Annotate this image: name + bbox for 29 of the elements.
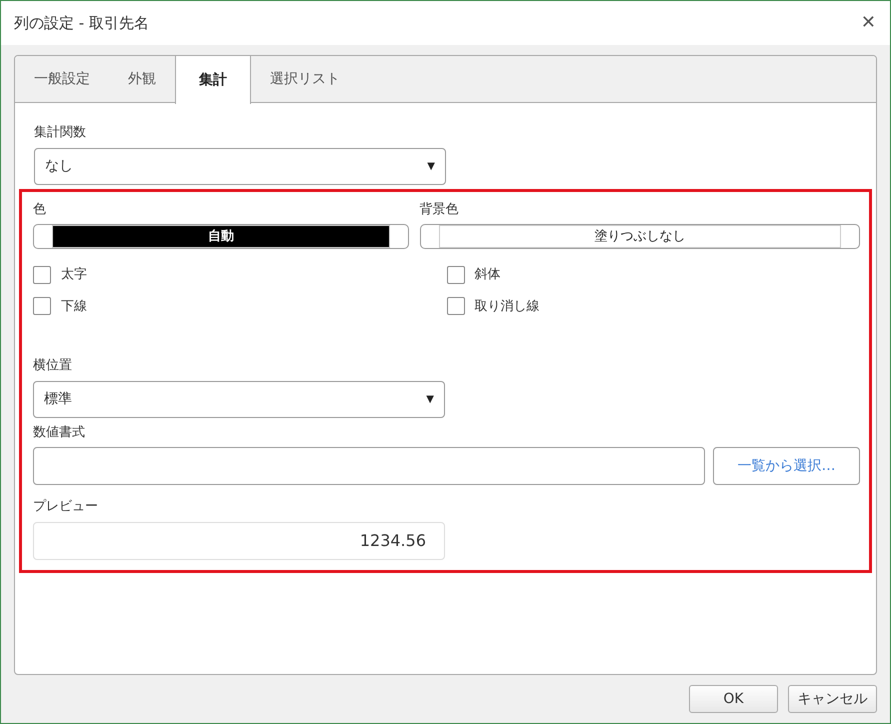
checkbox-label: 取り消し線 (474, 298, 540, 316)
ok-button[interactable]: OK (689, 685, 778, 713)
field-label: プレビュー (33, 498, 99, 516)
alignment-select[interactable]: 標準 ▼ (33, 380, 445, 418)
select-from-list-button[interactable]: 一覧から選択… (713, 447, 860, 485)
cancel-button[interactable]: キャンセル (788, 685, 877, 713)
close-button[interactable]: ✕ (860, 14, 876, 32)
number-format-field[interactable] (33, 447, 705, 485)
preview-field: 1234.56 (33, 522, 445, 560)
field-label: 背景色 (420, 200, 460, 218)
window-title: 列の設定 - 取引先名 (14, 12, 149, 34)
field-label: 数値書式 (33, 424, 86, 442)
tab[interactable]: 外観 (109, 56, 175, 103)
checkbox-label: 斜体 (474, 266, 500, 284)
aggregate-select[interactable]: なし ▼ (34, 148, 446, 184)
tab[interactable]: 選択リスト (251, 56, 359, 103)
field-label: 集計関数 (34, 124, 87, 142)
checkbox-label: 太字 (61, 266, 87, 284)
checkbox[interactable] (33, 297, 51, 316)
tab[interactable]: 一般設定 (15, 56, 109, 103)
checkbox[interactable] (446, 297, 464, 316)
field-label: 横位置 (33, 357, 73, 375)
checkbox-label: 下線 (61, 298, 87, 316)
checkbox[interactable] (33, 266, 51, 284)
color-picker[interactable]: 自動 (33, 224, 408, 249)
color-picker[interactable]: 塗りつぶしなし (420, 224, 860, 249)
field-label: 色 (33, 200, 47, 218)
checkbox[interactable] (446, 266, 464, 284)
tab[interactable]: 集計 (175, 56, 251, 104)
